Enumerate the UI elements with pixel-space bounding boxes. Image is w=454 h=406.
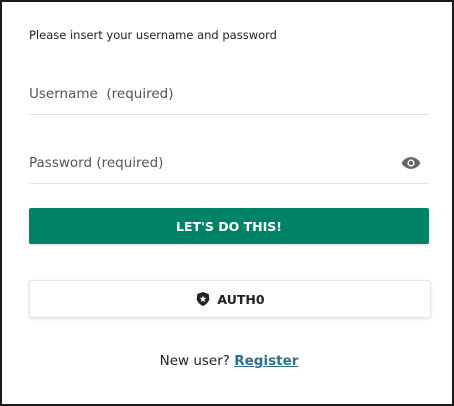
username-field (29, 74, 429, 115)
auth0-icon (197, 292, 210, 306)
auth0-button[interactable]: AUTH0 (29, 280, 431, 318)
auth0-label: AUTH0 (217, 291, 265, 307)
register-prompt: New user? Register (2, 353, 454, 369)
instructions-text: Please insert your username and password (29, 28, 277, 42)
password-input[interactable] (29, 143, 389, 183)
username-input[interactable] (29, 74, 389, 114)
new-user-text: New user? (159, 353, 230, 369)
password-field (29, 143, 429, 184)
submit-button[interactable]: LET'S DO THIS! (29, 208, 429, 244)
eye-icon[interactable] (401, 156, 421, 170)
register-link[interactable]: Register (234, 353, 298, 369)
login-panel: Please insert your username and password… (0, 0, 454, 406)
